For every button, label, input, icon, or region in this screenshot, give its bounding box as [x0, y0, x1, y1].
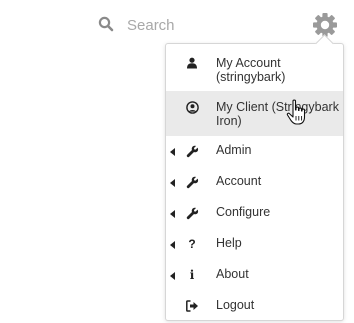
- menu-item-admin[interactable]: Admin: [166, 136, 343, 167]
- menu-item-label: Configure: [216, 205, 271, 219]
- menu-item-label: Help: [216, 236, 242, 250]
- search-input[interactable]: [127, 14, 277, 36]
- menu-item-label: About: [216, 267, 249, 281]
- wrench-icon: [185, 175, 199, 189]
- sign-out-icon: [185, 299, 199, 313]
- menu-item-label: My Client (Stringybark Iron): [216, 100, 339, 128]
- menu-item-configure[interactable]: Configure: [166, 198, 343, 229]
- info-icon: i: [189, 268, 195, 282]
- menu-item-account[interactable]: Account: [166, 167, 343, 198]
- submenu-caret-icon: [170, 179, 175, 187]
- hand-pointer-cursor-icon: [285, 98, 309, 128]
- submenu-caret-icon: [170, 210, 175, 218]
- menu-item-my-account[interactable]: My Account (stringybark): [166, 47, 343, 92]
- menu-item-help[interactable]: ? Help: [166, 229, 343, 260]
- submenu-caret-icon: [170, 148, 175, 156]
- user-icon: [185, 56, 199, 70]
- user-circle-icon: [185, 100, 199, 114]
- wrench-icon: [185, 206, 199, 220]
- menu-item-logout[interactable]: Logout: [166, 291, 343, 322]
- settings-dropdown-menu: My Account (stringybark) My Client (Strin…: [165, 34, 344, 322]
- submenu-caret-icon: [170, 272, 175, 280]
- submenu-caret-icon: [170, 241, 175, 249]
- menu-item-my-client[interactable]: My Client (Stringybark Iron): [166, 91, 343, 136]
- menu-item-label: Account: [216, 174, 262, 188]
- menu-item-label: My Account (stringybark): [216, 56, 286, 84]
- menu-item-label: Logout: [216, 298, 255, 312]
- menu-item-label: Admin: [216, 143, 252, 157]
- search-icon[interactable]: [98, 16, 114, 32]
- menu-item-about[interactable]: i About: [166, 260, 343, 291]
- wrench-icon: [185, 144, 199, 158]
- question-icon: ?: [188, 237, 196, 251]
